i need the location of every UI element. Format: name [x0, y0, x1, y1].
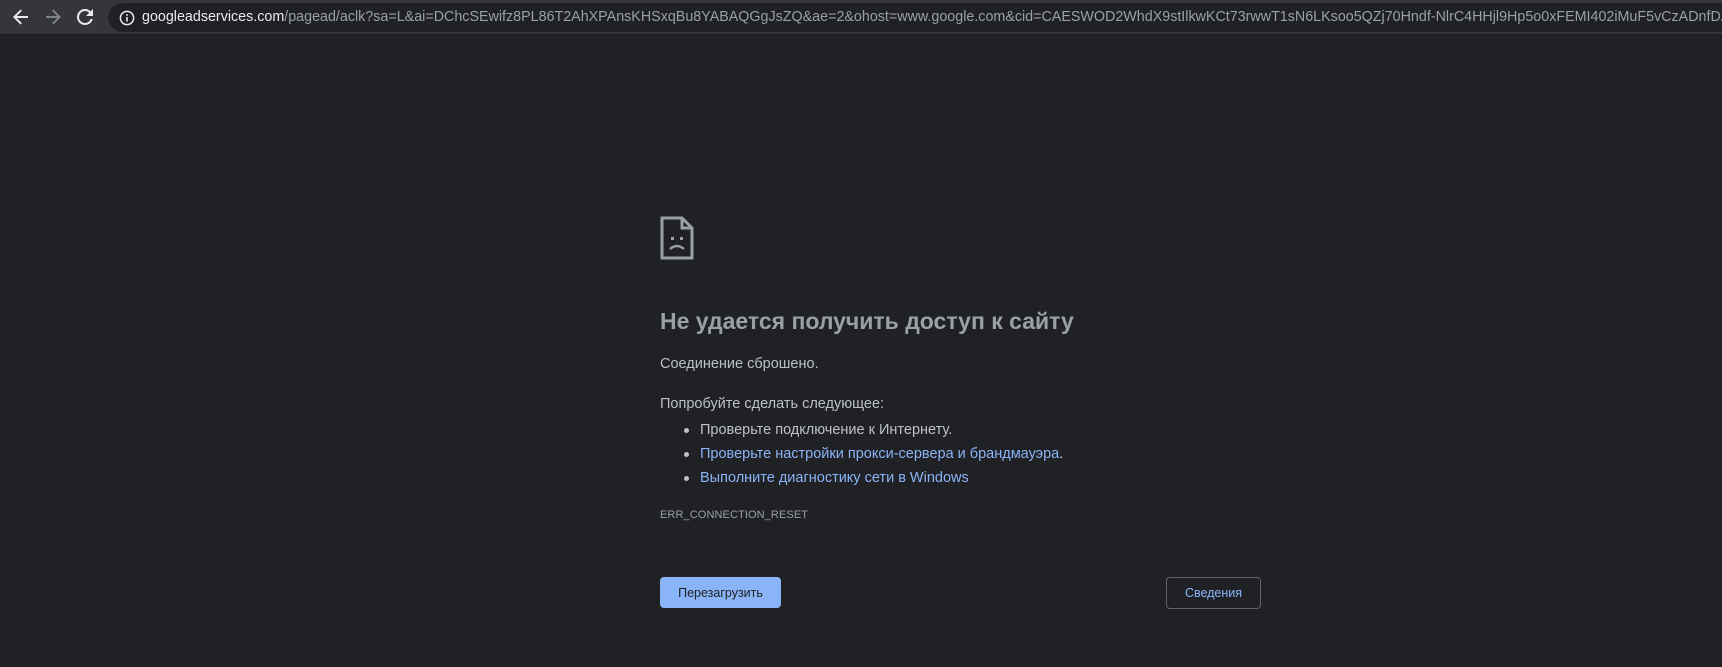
forward-button[interactable] — [38, 2, 68, 32]
suggestion-check-proxy: Проверьте настройки прокси-сервера и бра… — [660, 442, 1063, 466]
network-diagnostics-link[interactable]: Выполните диагностику сети в Windows — [700, 470, 969, 486]
proxy-firewall-link[interactable]: Проверьте настройки прокси-сервера и бра… — [700, 446, 1059, 462]
error-code: ERR_CONNECTION_RESET — [660, 509, 809, 521]
suggestion-suffix: . — [1059, 446, 1064, 462]
bullet-icon — [684, 428, 689, 433]
suggestion-text: Проверьте подключение к Интернету. — [700, 422, 953, 438]
arrow-right-icon — [46, 9, 61, 25]
suggestion-check-internet: Проверьте подключение к Интернету. — [660, 418, 1063, 442]
bullet-icon — [684, 476, 689, 481]
suggestions-heading: Попробуйте сделать следующее: — [660, 396, 885, 412]
arrow-left-icon — [13, 9, 28, 25]
error-title: Не удается получить доступ к сайту — [660, 308, 1074, 334]
reload-page-button[interactable]: Перезагрузить — [660, 577, 781, 608]
bullet-icon — [684, 452, 689, 457]
url-host: googleadservices.com — [142, 9, 285, 25]
reload-icon — [77, 9, 93, 25]
error-content: Не удается получить доступ к сайту Соеди… — [660, 0, 1280, 667]
reload-button[interactable] — [70, 2, 100, 32]
info-icon[interactable] — [119, 10, 135, 26]
error-subtitle: Соединение сброшено. — [660, 356, 819, 372]
details-button[interactable]: Сведения — [1166, 577, 1261, 609]
suggestion-run-diagnostics: Выполните диагностику сети в Windows — [660, 466, 1063, 490]
suggestions-list: Проверьте подключение к Интернету. Прове… — [660, 418, 1063, 490]
back-button[interactable] — [6, 2, 36, 32]
